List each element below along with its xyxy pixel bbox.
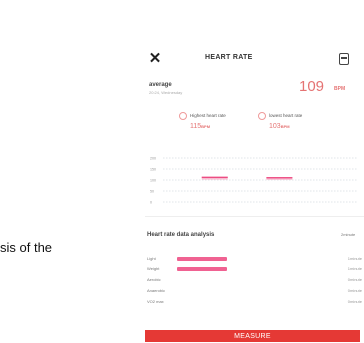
zone-bar bbox=[177, 257, 227, 261]
highest-value: 115BPM bbox=[190, 123, 211, 130]
chart-y-tick: 100 bbox=[150, 179, 156, 183]
chart-y-tick: 50 bbox=[150, 190, 154, 194]
zone-row-aerobic: Aerobic 0minute bbox=[147, 277, 362, 285]
background-caption: sis of the bbox=[0, 240, 53, 255]
zone-row-anaerobic: Anaerobic 0minute bbox=[147, 288, 362, 296]
average-label: average bbox=[149, 82, 172, 88]
zone-label: VO2 max bbox=[147, 299, 164, 304]
zone-value: 1minute bbox=[347, 256, 362, 261]
lowest-ring-icon bbox=[258, 112, 266, 120]
zone-bar bbox=[177, 267, 227, 271]
zones-title: Heart rate data analysis bbox=[147, 232, 215, 238]
heart-rate-screen: ✕ HEART RATE average 20:24, Wednesday 10… bbox=[145, 45, 364, 342]
lowest-label: lowest heart rate bbox=[269, 113, 303, 118]
zone-label: Light bbox=[147, 256, 156, 261]
measure-button[interactable]: MEASURE bbox=[145, 330, 360, 342]
average-unit: BPM bbox=[334, 86, 346, 92]
zone-value: 1minute bbox=[347, 266, 362, 271]
lowest-value: 103BPM bbox=[269, 123, 290, 130]
average-timestamp: 20:24, Wednesday bbox=[149, 90, 183, 95]
divider bbox=[145, 216, 364, 217]
chart-y-tick: 200 bbox=[150, 157, 156, 161]
zone-value: 0minute bbox=[347, 299, 362, 304]
zone-row-vo2max: VO2 max 0minute bbox=[147, 299, 362, 307]
zone-value: 0minute bbox=[347, 288, 362, 293]
zone-label: Weight bbox=[147, 266, 160, 271]
chart-y-tick: 0 bbox=[150, 201, 152, 205]
zone-value: 0minute bbox=[347, 277, 362, 282]
heart-rate-chart: 200 150 100 50 0 bbox=[150, 157, 357, 205]
page-title: HEART RATE bbox=[205, 54, 253, 61]
highest-label: Highest heart rate bbox=[190, 113, 226, 118]
top-bar: ✕ HEART RATE bbox=[145, 45, 364, 75]
chart-bar-cap bbox=[266, 177, 293, 179]
chart-y-tick: 150 bbox=[150, 168, 156, 172]
close-icon[interactable]: ✕ bbox=[147, 51, 163, 67]
zone-label: Anaerobic bbox=[147, 288, 166, 293]
zones-total: 2minute bbox=[341, 232, 356, 237]
zone-row-weight: Weight 1minute bbox=[147, 266, 362, 274]
chart-bar-cap bbox=[201, 176, 228, 178]
share-icon[interactable] bbox=[339, 53, 349, 65]
zone-label: Aerobic bbox=[147, 277, 161, 282]
zone-row-light: Light 1minute bbox=[147, 256, 362, 264]
average-value: 109 bbox=[299, 78, 325, 95]
highest-ring-icon bbox=[179, 112, 187, 120]
